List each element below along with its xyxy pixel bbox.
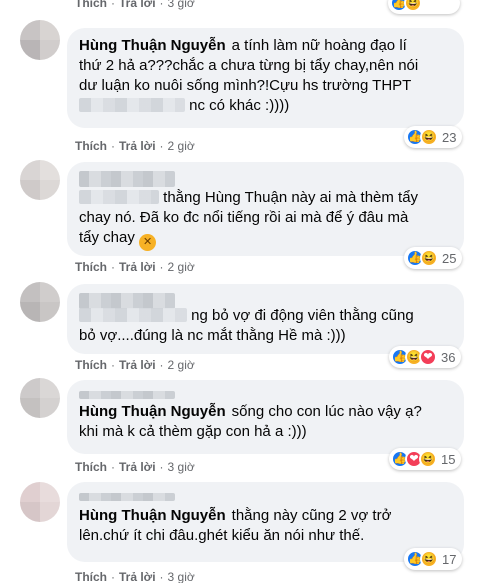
comment-line: thằng Hùng Thuận này ai mà thèm tẩy: [79, 188, 452, 208]
redacted-text: [79, 308, 187, 322]
separator-dot: ·: [111, 570, 115, 583]
haha-icon: 😆: [404, 0, 422, 12]
comment-line: chay nó. Đã ko đc nổi tiếng rồi ai mà để…: [79, 209, 409, 226]
redacted-author: [79, 171, 175, 187]
like-link[interactable]: Thích: [75, 460, 107, 474]
reaction-count: 36: [441, 349, 456, 365]
comment-bubble: Hùng Thuận Nguyễn sống cho con lúc nào vậ…: [67, 380, 464, 454]
comment-line: bỏ vợ....đúng là nc mắt thằng Hề mà :))): [79, 327, 346, 344]
comment-line: nc có khác :)))): [79, 96, 452, 116]
comment-line: tẩy chay ✕: [79, 228, 452, 251]
separator-dot: ·: [111, 460, 115, 474]
comment-time[interactable]: 3 giờ: [168, 0, 195, 10]
reaction-summary[interactable]: 👍 😆 ❤ 36: [389, 346, 462, 368]
comment-actions: Thích · Trả lời · 2 giờ: [75, 260, 195, 274]
separator-dot: ·: [111, 0, 115, 10]
reaction-summary[interactable]: 👍 😆 23: [404, 126, 463, 148]
comment-author[interactable]: Hùng Thuận Nguyễn: [79, 37, 226, 54]
comment-actions-top: Thích · Trả lời · 3 giờ: [75, 0, 195, 10]
comment-time[interactable]: 2 giờ: [168, 139, 195, 153]
separator-dot: ·: [159, 358, 164, 372]
comment-author[interactable]: Hùng Thuận Nguyễn: [79, 403, 226, 420]
redacted-author: [79, 493, 175, 501]
reply-link[interactable]: Trả lời: [119, 260, 156, 274]
separator-dot: ·: [111, 139, 115, 153]
separator-dot: ·: [159, 460, 164, 474]
redacted-author: [79, 391, 175, 399]
comment-line: ng bỏ vợ đi động viên thằng cũng: [79, 306, 452, 326]
comment-line: dư luận ko nuôi sống mình?!Cựu hs trường…: [79, 77, 412, 94]
comment-time[interactable]: 3 giờ: [168, 570, 195, 583]
comment-line: a tính làm nữ hoàng đạo lí: [231, 37, 407, 54]
haha-icon: 😆: [419, 450, 437, 468]
comment-time[interactable]: 3 giờ: [168, 460, 195, 474]
reply-link[interactable]: Trả lời: [119, 460, 156, 474]
reaction-summary[interactable]: 👍 ❤ 😆 15: [389, 448, 462, 470]
comment-text: Hùng Thuận Nguyễn a tính làm nữ hoàng đạo…: [79, 36, 452, 56]
grinning-squint-emoji: ✕: [139, 234, 157, 251]
haha-icon: 😆: [420, 550, 438, 568]
reaction-count: 17: [442, 551, 457, 567]
redacted-text: [79, 98, 185, 112]
comment-line: lên.chứ ít chi đâu.ghét kiểu ăn nói như …: [79, 527, 365, 544]
reply-link[interactable]: Trả lời: [119, 358, 156, 372]
avatar[interactable]: [20, 282, 60, 322]
comment-line: thứ 2 hả a???chắc a chưa từng bị tẩy cha…: [79, 57, 419, 74]
comment-line: Hùng Thuận Nguyễn sống cho con lúc nào vậ…: [79, 403, 422, 420]
comment-time[interactable]: 2 giờ: [168, 260, 195, 274]
comment-line: Hùng Thuận Nguyễn thằng này cũng 2 vợ trở: [79, 507, 392, 524]
comment-actions: Thích · Trả lời · 3 giờ: [75, 460, 195, 474]
comment-bubble: Hùng Thuận Nguyễn a tính làm nữ hoàng đạo…: [67, 28, 464, 128]
comment-bubble: thằng Hùng Thuận này ai mà thèm tẩy chay…: [67, 162, 464, 256]
comment-actions: Thích · Trả lời · 2 giờ: [75, 139, 195, 153]
avatar[interactable]: [20, 20, 60, 60]
comment-line: khi mà k cả thèm gặp con hả a :))): [79, 423, 307, 440]
separator-dot: ·: [111, 260, 115, 274]
comment-bubble: ng bỏ vợ đi động viên thằng cũng bỏ vợ..…: [67, 284, 464, 354]
separator-dot: ·: [111, 358, 115, 372]
separator-dot: ·: [159, 0, 164, 10]
reaction-summary[interactable]: 👍 😆 25: [404, 247, 463, 269]
like-link[interactable]: Thích: [75, 570, 107, 583]
reaction-count: 25: [442, 250, 457, 266]
reply-link[interactable]: Trả lời: [119, 0, 156, 10]
separator-dot: ·: [159, 260, 164, 274]
haha-icon: 😆: [420, 249, 438, 267]
haha-icon: 😆: [420, 128, 438, 146]
reaction-count: 23: [442, 129, 457, 145]
redacted-text: [79, 190, 159, 204]
love-icon: ❤: [419, 348, 437, 366]
like-link[interactable]: Thích: [75, 0, 107, 10]
reply-link[interactable]: Trả lời: [119, 139, 156, 153]
avatar[interactable]: [20, 482, 60, 522]
comment-author[interactable]: Hùng Thuận Nguyễn: [79, 507, 226, 524]
comment-actions: Thích · Trả lời · 3 giờ: [75, 570, 195, 583]
avatar[interactable]: [20, 160, 60, 200]
reaction-count: 15: [441, 451, 456, 467]
comment-bubble: Hùng Thuận Nguyễn thằng này cũng 2 vợ trở…: [67, 482, 464, 562]
reply-link[interactable]: Trả lời: [119, 570, 156, 583]
avatar[interactable]: [20, 378, 60, 418]
like-link[interactable]: Thích: [75, 358, 107, 372]
comment-actions: Thích · Trả lời · 2 giờ: [75, 358, 195, 372]
comment-text: [79, 170, 452, 190]
reaction-summary[interactable]: 👍 😆: [388, 0, 460, 14]
like-link[interactable]: Thích: [75, 139, 107, 153]
like-link[interactable]: Thích: [75, 260, 107, 274]
separator-dot: ·: [159, 139, 164, 153]
comment-time[interactable]: 2 giờ: [168, 358, 195, 372]
separator-dot: ·: [159, 570, 164, 583]
reaction-summary[interactable]: 👍 😆 17: [404, 548, 463, 570]
